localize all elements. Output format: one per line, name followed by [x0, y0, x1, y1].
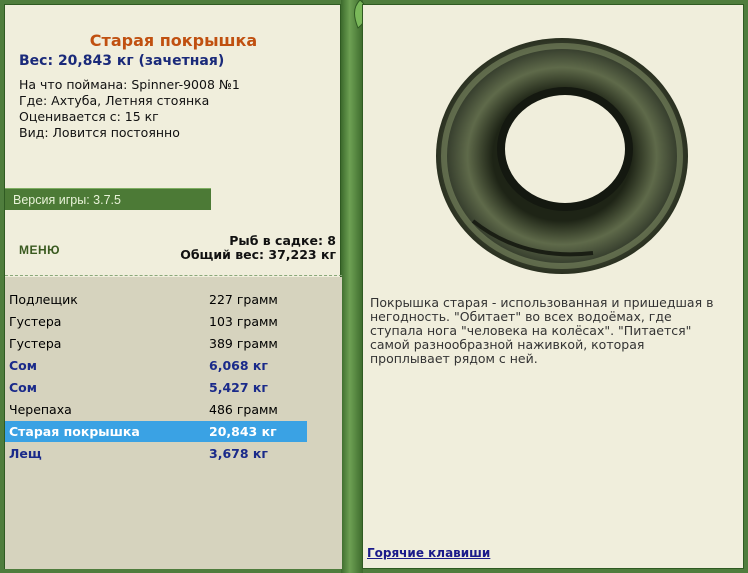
- vine-divider: [341, 0, 363, 573]
- list-item[interactable]: Густера 389 грамм: [5, 333, 307, 354]
- fish-description: Покрышка старая - использованная и прише…: [370, 295, 714, 366]
- list-item-selected[interactable]: Старая покрышка 20,843 кг: [5, 421, 307, 442]
- fish-count: Рыб в садке: 8: [229, 233, 336, 248]
- list-item[interactable]: Сом 6,068 кг: [5, 355, 307, 376]
- total-weight: Общий вес: 37,223 кг: [180, 247, 336, 262]
- left-panel: Старая покрышка Вес: 20,843 кг (зачетная…: [4, 4, 342, 569]
- list-item[interactable]: Черепаха 486 грамм: [5, 399, 307, 420]
- hotkeys-link[interactable]: Горячие клавиши: [367, 546, 490, 560]
- location: Где: Ахтуба, Летняя стоянка: [19, 93, 210, 108]
- catch-list: Подлещик 227 грамм Густера 103 грамм Густе…: [5, 277, 342, 569]
- fish-title: Старая покрышка: [89, 31, 258, 50]
- list-item[interactable]: Подлещик 227 грамм: [5, 289, 307, 310]
- fish-kind: Вид: Ловится постоянно: [19, 125, 180, 140]
- rated-from: Оценивается с: 15 кг: [19, 109, 159, 124]
- tire-image: [433, 31, 691, 281]
- list-item[interactable]: Сом 5,427 кг: [5, 377, 307, 398]
- catch-stats: Рыб в садке: 8 Общий вес: 37,223 кг: [180, 234, 336, 262]
- caught-with: На что поймана: Spinner-9008 №1: [19, 77, 240, 92]
- divider: [5, 275, 342, 276]
- fish-weight: Вес: 20,843 кг (зачетная): [19, 53, 225, 69]
- version-bar: Версия игры: 3.7.5: [5, 188, 211, 210]
- list-item[interactable]: Густера 103 грамм: [5, 311, 307, 332]
- list-item[interactable]: Лещ 3,678 кг: [5, 443, 307, 464]
- right-panel: Покрышка старая - использованная и прише…: [362, 4, 744, 569]
- menu-button[interactable]: МЕНЮ: [19, 243, 60, 257]
